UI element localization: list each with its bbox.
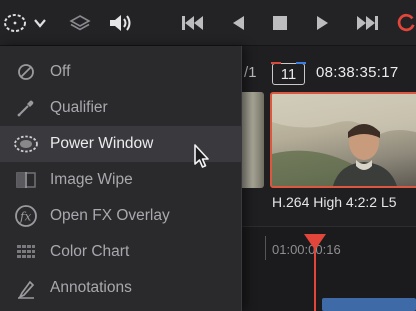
playhead-line[interactable]: [314, 240, 316, 311]
chevron-down-icon[interactable]: [30, 0, 50, 46]
menu-item-qualifier[interactable]: Qualifier: [0, 90, 242, 126]
pen-icon: [12, 270, 40, 306]
loop-icon[interactable]: [396, 0, 416, 46]
timecode: 08:38:35:17: [316, 64, 399, 81]
menu-item-label: Power Window: [50, 135, 154, 152]
window-mode-icon[interactable]: [0, 0, 30, 46]
menu-item-label: Open FX Overlay: [50, 207, 170, 224]
ruler-tick: [265, 236, 266, 260]
menu-item-label: Color Chart: [50, 243, 130, 260]
codec-label: H.264 High 4:2:2 L5: [272, 194, 397, 210]
circle-slash-icon: [12, 54, 40, 90]
clip-index-suffix: /1: [244, 64, 257, 81]
menu-item-label: Qualifier: [50, 99, 108, 116]
skip-to-end-icon[interactable]: [352, 0, 384, 46]
stop-icon[interactable]: [266, 0, 294, 46]
play-icon[interactable]: [308, 0, 336, 46]
menu-item-label: Image Wipe: [50, 171, 133, 188]
layers-icon[interactable]: [64, 0, 96, 46]
clip-number-badge[interactable]: 11: [271, 62, 306, 85]
color-chart-icon: [12, 234, 40, 270]
menu-item-color-chart[interactable]: Color Chart: [0, 234, 242, 270]
menu-item-annotations[interactable]: Annotations: [0, 270, 242, 306]
menu-item-label: Annotations: [50, 279, 132, 296]
current-clip-thumbnail[interactable]: [270, 92, 416, 188]
viewer-toolbar: [0, 0, 416, 46]
speaker-icon[interactable]: [104, 0, 136, 46]
menu-item-open-fx-overlay[interactable]: fx Open FX Overlay: [0, 198, 242, 234]
skip-to-start-icon[interactable]: [176, 0, 208, 46]
fx-icon: fx: [12, 198, 40, 234]
menu-item-label: Off: [50, 63, 71, 80]
power-window-icon: [12, 126, 40, 162]
step-back-icon[interactable]: [224, 0, 252, 46]
image-wipe-icon: [12, 162, 40, 198]
menu-item-off[interactable]: Off: [0, 54, 242, 90]
mouse-cursor-icon: [193, 144, 211, 174]
timeline-clip[interactable]: [322, 298, 416, 311]
svg-text:fx: fx: [19, 210, 31, 224]
playhead-handle[interactable]: [304, 234, 326, 250]
viewer-overlay-menu: Off Qualifier Power Window Image Wipe fx…: [0, 46, 242, 311]
eyedropper-icon: [12, 90, 40, 126]
